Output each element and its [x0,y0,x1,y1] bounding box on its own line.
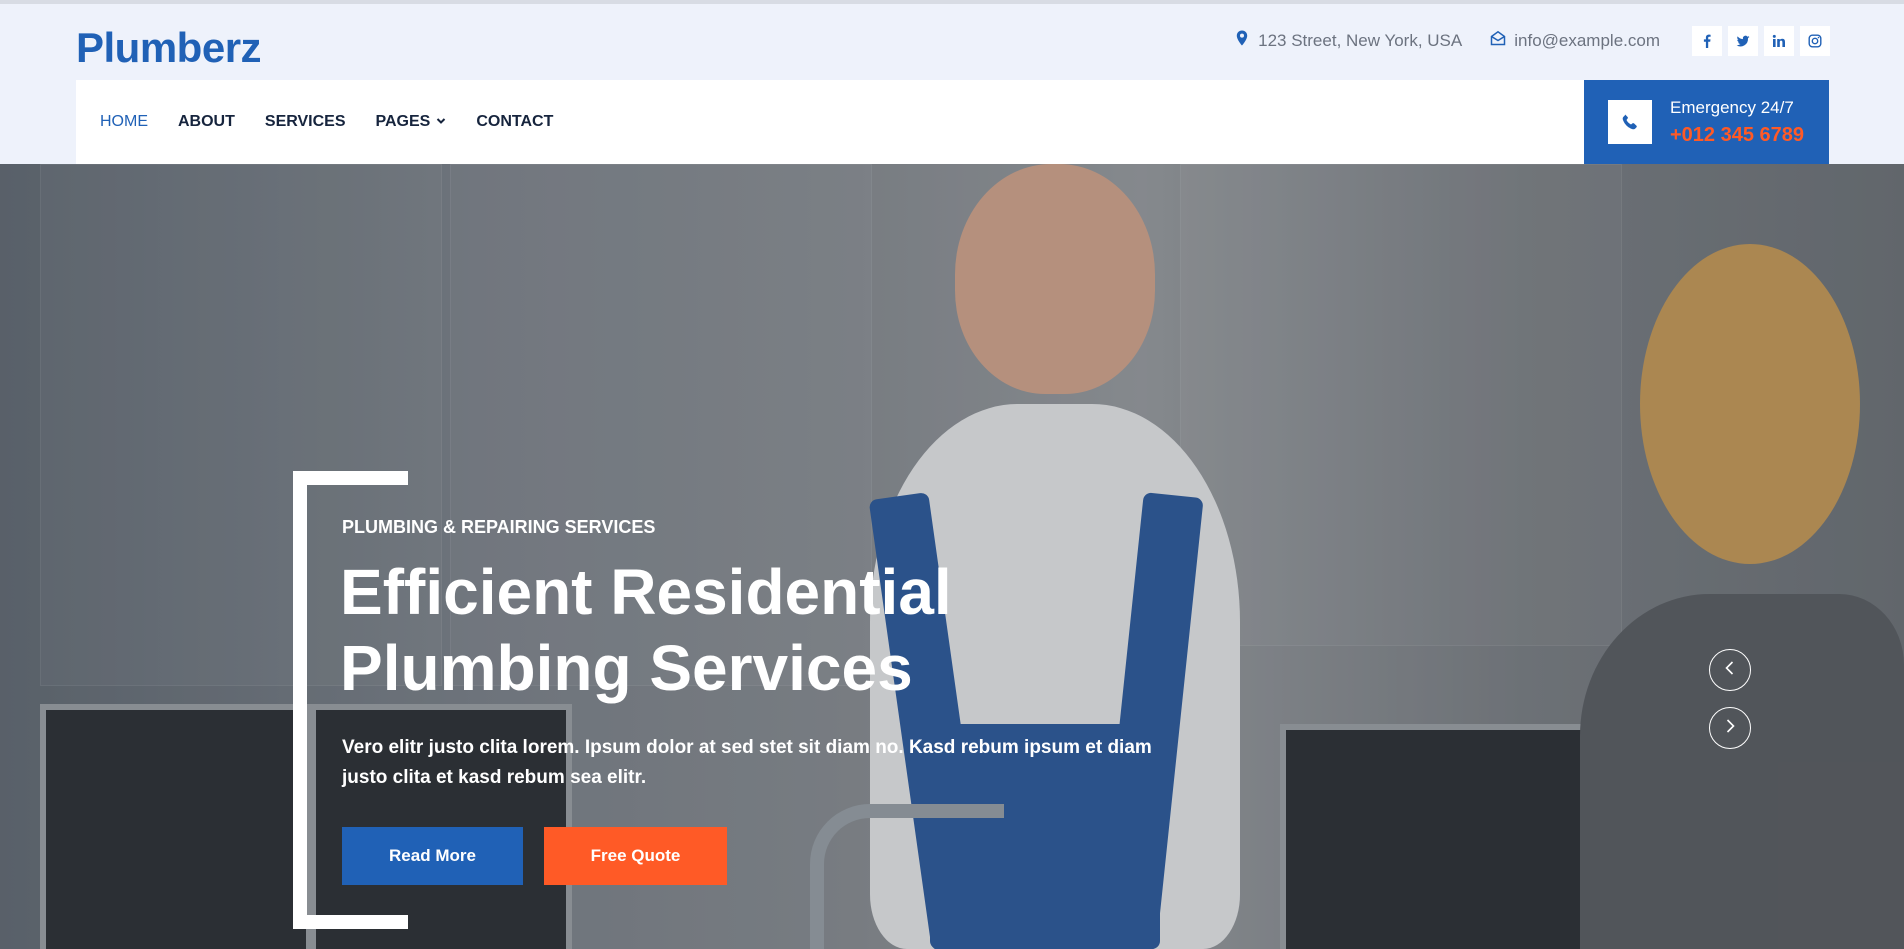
carousel-prev-button[interactable] [1709,649,1751,691]
nav-item-pages[interactable]: PAGES [376,113,447,131]
nav-item-services[interactable]: SERVICES [265,113,346,131]
facebook-icon[interactable] [1692,26,1722,56]
hero-tagline: PLUMBING & REPAIRING SERVICES [342,517,656,537]
emergency-contact[interactable]: Emergency 24/7 +012 345 6789 [1584,80,1829,164]
envelope-open-icon [1490,30,1506,51]
nav-item-home[interactable]: HOME [100,113,148,131]
instagram-icon[interactable] [1800,26,1830,56]
main-navbar: HOME ABOUT SERVICES PAGES CONTACT Emerge… [76,80,1829,164]
linkedin-icon[interactable] [1764,26,1794,56]
twitter-icon[interactable] [1728,26,1758,56]
chevron-left-icon [1722,660,1738,681]
nav-menu: HOME ABOUT SERVICES PAGES CONTACT [100,80,553,164]
contact-info: 123 Street, New York, USA info@example.c… [1234,30,1660,51]
brand-logo[interactable]: Plumberz [76,24,262,72]
read-more-button[interactable]: Read More [342,827,523,885]
chevron-down-icon [436,113,446,131]
nav-item-contact[interactable]: CONTACT [476,113,553,131]
nav-item-about[interactable]: ABOUT [178,113,235,131]
free-quote-button[interactable]: Free Quote [544,827,727,885]
nav-item-label: PAGES [375,113,431,130]
address-info: 123 Street, New York, USA [1234,30,1462,51]
nav-item-label: ABOUT [178,113,235,130]
email-info: info@example.com [1490,30,1660,51]
hero-carousel: PLUMBING & REPAIRING SERVICES Efficient … [0,164,1904,949]
nav-item-label: CONTACT [476,113,554,130]
chevron-right-icon [1722,718,1738,739]
emergency-label: Emergency 24/7 [1670,98,1794,117]
address-text: 123 Street, New York, USA [1258,30,1463,50]
social-links [1692,26,1830,56]
nav-item-label: SERVICES [264,113,346,130]
phone-icon [1608,100,1652,144]
top-bar: Plumberz 123 Street, New York, USA info@… [0,4,1904,80]
emergency-phone[interactable]: +012 345 6789 [1670,124,1804,147]
carousel-next-button[interactable] [1709,707,1751,749]
nav-item-label: HOME [100,113,148,130]
map-marker-icon [1234,30,1250,51]
hero-headline: Efficient Residential Plumbing Services [340,556,952,704]
hero-description: Vero elitr justo clita lorem. Ipsum dolo… [342,737,1152,788]
email-text[interactable]: info@example.com [1514,31,1660,51]
